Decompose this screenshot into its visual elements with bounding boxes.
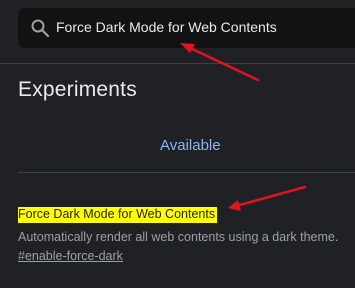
page-title: Experiments: [18, 78, 137, 101]
tab-bar: Available: [18, 118, 355, 173]
header: Force Dark Mode for Web Contents: [0, 0, 355, 64]
annotation-arrow-bottom: [228, 185, 307, 211]
experiment-name: Force Dark Mode for Web Contents: [18, 207, 218, 223]
experiment-description: Automatically render all web contents us…: [18, 230, 339, 244]
search-bar[interactable]: Force Dark Mode for Web Contents: [18, 8, 355, 48]
search-icon: [30, 18, 50, 38]
experiment-link[interactable]: #enable-force-dark: [18, 249, 123, 263]
tab-available[interactable]: Available: [160, 137, 221, 154]
search-input[interactable]: Force Dark Mode for Web Contents: [56, 19, 277, 35]
